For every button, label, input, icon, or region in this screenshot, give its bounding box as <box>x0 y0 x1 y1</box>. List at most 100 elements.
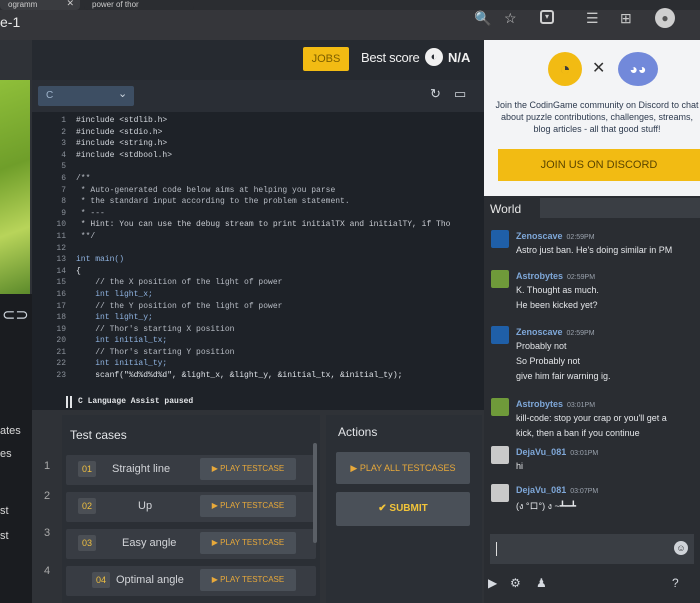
code-line[interactable]: 23 scanf("%d%d%d%d", &light_x, &light_y,… <box>38 370 480 382</box>
line-number: 9 <box>61 208 66 218</box>
code-line[interactable]: 18 int light_y; <box>38 312 480 324</box>
line-number: 20 <box>56 336 66 346</box>
avatar[interactable] <box>491 398 509 416</box>
line-number: 6 <box>61 173 66 183</box>
code-content[interactable]: 1 #include <stdlib.h> 2 #include <stdio.h> 3… <box>38 115 480 395</box>
avatar[interactable] <box>491 270 509 288</box>
close-icon[interactable]: ✕ <box>592 58 605 78</box>
test-case-name: Up <box>138 500 153 512</box>
code-line[interactable]: 12 <box>38 243 480 255</box>
submit-button[interactable]: ✔ SUBMIT <box>336 492 470 526</box>
avatar[interactable] <box>491 230 509 248</box>
scrollbar[interactable] <box>313 443 317 543</box>
help-icon[interactable]: ? <box>672 576 679 590</box>
address-fragment[interactable]: e-1 <box>0 14 20 30</box>
test-case-number: 01 <box>78 461 96 477</box>
language-logo-icon: ◐ <box>425 48 443 66</box>
emoji-icon[interactable]: ☺ <box>674 541 688 555</box>
code-text: * Auto-generated code below aims at help… <box>76 185 336 195</box>
play-testcase-button[interactable]: ▶ PLAY TESTCASE <box>200 569 296 591</box>
message-timestamp: 03:01PM <box>567 402 596 409</box>
test-case-row[interactable]: 04 Optimal angle ▶ PLAY TESTCASE <box>66 566 316 596</box>
link-icon[interactable]: ⊂⊃ <box>2 305 29 325</box>
code-text: int light_y; <box>76 313 153 323</box>
code-line[interactable]: 21 // Thor's starting Y position <box>38 347 480 359</box>
code-line[interactable]: 11 **/ <box>38 231 480 243</box>
message-author[interactable]: DejaVu_081 03:01PM <box>516 447 598 457</box>
play-testcase-button[interactable]: ▶ PLAY TESTCASE <box>200 532 296 554</box>
left-tick: 1 <box>44 460 51 472</box>
code-line[interactable]: 10 * Hint: You can use the debug stream … <box>38 219 480 231</box>
avatar[interactable] <box>491 326 509 344</box>
test-case-row[interactable]: 02 Up ▶ PLAY TESTCASE <box>66 492 316 522</box>
code-text: int main() <box>76 255 125 265</box>
assist-status: C Language Assist paused <box>78 397 194 406</box>
message-timestamp: 02:59PM <box>566 234 595 241</box>
test-case-name: Easy angle <box>122 537 177 549</box>
left-tick: 2 <box>44 490 51 502</box>
test-case-row[interactable]: 01 Straight line ▶ PLAY TESTCASE <box>66 455 316 485</box>
play-testcase-button[interactable]: ▶ PLAY TESTCASE <box>200 495 296 517</box>
actions-title: Actions <box>338 425 378 439</box>
chat-input[interactable] <box>490 534 694 564</box>
avatar[interactable] <box>491 446 509 464</box>
code-line[interactable]: 14 { <box>38 266 480 278</box>
code-line[interactable]: 13 int main() <box>38 254 480 266</box>
avatar[interactable] <box>491 484 509 502</box>
channel-name[interactable]: World <box>490 202 521 216</box>
code-line[interactable]: 5 <box>38 161 480 173</box>
line-number: 10 <box>56 220 66 230</box>
browser-tab[interactable]: ogramm ✕ <box>0 0 80 10</box>
promo-text: Join the CodinGame community on Discord … <box>495 100 699 134</box>
join-discord-button[interactable]: JOIN US ON DISCORD <box>498 149 700 181</box>
jobs-button[interactable]: JOBS <box>303 47 349 71</box>
channel-bar[interactable] <box>540 198 700 218</box>
code-line[interactable]: 16 int light_x; <box>38 289 480 301</box>
user-icon[interactable]: ♟ <box>536 576 547 590</box>
code-line[interactable]: 15 // the X position of the light of pow… <box>38 277 480 289</box>
left-tick: 4 <box>44 565 51 577</box>
zoom-icon[interactable]: 🔍 <box>474 10 491 27</box>
code-text: int initial_ty; <box>76 359 168 369</box>
pause-icon-bar <box>70 396 72 408</box>
code-line[interactable]: 8 * the standard input according to the … <box>38 196 480 208</box>
code-line[interactable]: 7 * Auto-generated code below aims at he… <box>38 185 480 197</box>
gear-icon[interactable]: ⚙ <box>510 576 521 590</box>
line-number: 16 <box>56 289 66 299</box>
message-timestamp: 02:59PM <box>567 274 596 281</box>
test-case-row[interactable]: 03 Easy angle ▶ PLAY TESTCASE <box>66 529 316 559</box>
message-author[interactable]: Zenoscave 02:59PM <box>516 327 595 337</box>
message-author[interactable]: DejaVu_081 03:07PM <box>516 485 598 495</box>
code-line[interactable]: 4 #include <stdbool.h> <box>38 150 480 162</box>
code-line[interactable]: 17 // the Y position of the light of pow… <box>38 301 480 313</box>
message-author[interactable]: Zenoscave 02:59PM <box>516 231 595 241</box>
code-line[interactable]: 19 // Thor's starting X position <box>38 324 480 336</box>
left-label: st <box>0 505 9 517</box>
fullscreen-icon[interactable]: ▭ <box>454 86 466 102</box>
profile-avatar[interactable]: ● <box>655 8 675 28</box>
bookmark-star-icon[interactable]: ☆ <box>504 10 517 27</box>
close-icon[interactable]: ✕ <box>66 0 74 9</box>
best-score-value: N/A <box>448 50 471 65</box>
extension-icon[interactable]: ▾ <box>540 10 554 24</box>
message-author[interactable]: Astrobytes 03:01PM <box>516 399 595 409</box>
play-icon[interactable]: ▶ <box>488 576 497 590</box>
reset-code-icon[interactable]: ↻ <box>430 86 441 102</box>
collections-icon[interactable]: ⊞ <box>620 10 632 27</box>
play-all-testcases-button[interactable]: ▶ PLAY ALL TESTCASES <box>336 452 470 484</box>
code-line[interactable]: 2 #include <stdio.h> <box>38 127 480 139</box>
code-line[interactable]: 6 /** <box>38 173 480 185</box>
left-label: st <box>0 530 9 542</box>
code-line[interactable]: 3 #include <string.h> <box>38 138 480 150</box>
code-line[interactable]: 9 * --- <box>38 208 480 220</box>
discord-logo-icon: ◕◕ <box>618 52 658 86</box>
reading-list-icon[interactable]: ☰ <box>586 10 599 27</box>
code-text: #include <stdio.h> <box>76 127 163 137</box>
message-author[interactable]: Astrobytes 02:59PM <box>516 271 595 281</box>
code-line[interactable]: 22 int initial_ty; <box>38 358 480 370</box>
message-text: He been kicked yet? <box>516 300 598 310</box>
browser-tab-active[interactable]: power of thor <box>84 0 194 10</box>
code-line[interactable]: 20 int initial_tx; <box>38 335 480 347</box>
play-testcase-button[interactable]: ▶ PLAY TESTCASE <box>200 458 296 480</box>
code-line[interactable]: 1 #include <stdlib.h> <box>38 115 480 127</box>
